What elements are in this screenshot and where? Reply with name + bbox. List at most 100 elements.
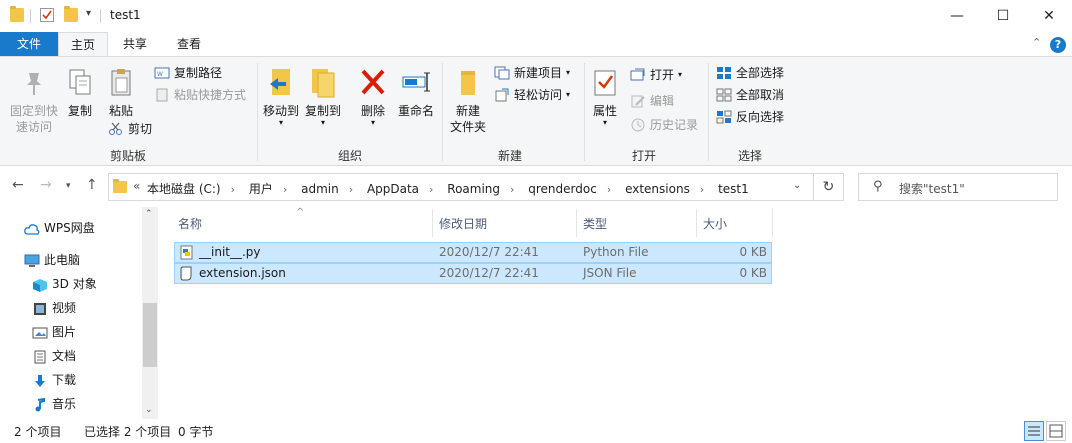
customize-quick-access-chevron-icon[interactable]: ▾ <box>86 8 91 19</box>
paste-icon <box>106 67 136 99</box>
new-folder-button[interactable]: 新建 文件夹 <box>448 67 488 135</box>
properties-check-icon[interactable] <box>40 8 54 22</box>
history-button[interactable]: 历史记录 <box>630 115 698 135</box>
nav-item-music[interactable]: 音乐 <box>32 393 76 415</box>
nav-item-videos[interactable]: 视频 <box>32 297 76 319</box>
tab-file[interactable]: 文件 <box>0 32 58 56</box>
group-label-new: 新建 <box>497 149 522 163</box>
breadcrumb-item[interactable]: qrenderdoc <box>528 182 597 196</box>
scroll-up-chevron-icon[interactable]: ⌃ <box>145 209 153 219</box>
new-item-button[interactable]: 新建项目 ▾ <box>494 63 570 83</box>
breadcrumb-separator-icon[interactable]: › <box>429 183 433 196</box>
easy-access-button[interactable]: 轻松访问 ▾ <box>494 85 570 105</box>
nav-item-pictures[interactable]: 图片 <box>32 321 76 343</box>
close-button[interactable]: ✕ <box>1026 0 1072 32</box>
address-history-chevron-icon[interactable]: ⌄ <box>793 180 801 191</box>
help-icon[interactable]: ? <box>1050 37 1066 53</box>
column-divider[interactable] <box>696 209 697 237</box>
search-input[interactable]: ⚲ 搜索"test1" <box>858 173 1058 201</box>
properties-icon <box>590 67 620 99</box>
breadcrumb-item[interactable]: admin <box>301 182 339 196</box>
new-folder-quick-icon[interactable] <box>64 6 78 22</box>
breadcrumb-item[interactable]: test1 <box>718 182 749 196</box>
nav-scrollbar-thumb[interactable] <box>143 303 157 367</box>
file-row[interactable]: __init__.py 2020/12/7 22:41 Python File … <box>174 242 772 263</box>
breadcrumb-separator-icon[interactable]: › <box>283 183 287 196</box>
paste-shortcut-button[interactable]: 粘贴快捷方式 <box>154 85 246 105</box>
breadcrumb-item[interactable]: AppData <box>367 182 419 196</box>
breadcrumb-item[interactable]: Roaming <box>447 182 500 196</box>
copy-button[interactable]: 复制 <box>64 67 96 119</box>
details-view-icon <box>1028 426 1040 436</box>
divider <box>442 63 443 161</box>
tab-view[interactable]: 查看 <box>166 32 212 56</box>
open-button[interactable]: 打开 ▾ <box>630 65 682 85</box>
edit-icon <box>630 94 646 108</box>
tab-home[interactable]: 主页 <box>58 32 108 56</box>
breadcrumb-item[interactable]: extensions <box>625 182 690 196</box>
breadcrumb-separator-icon[interactable]: › <box>231 183 235 196</box>
column-header-type[interactable]: 类型 <box>583 215 607 237</box>
column-header-date[interactable]: 修改日期 <box>439 215 487 237</box>
folder-icon <box>10 6 24 22</box>
refresh-button[interactable]: ↻ <box>814 173 844 201</box>
column-header-name[interactable]: 名称 <box>178 215 202 237</box>
nav-item-documents[interactable]: 文档 <box>32 345 76 367</box>
divider <box>584 63 585 161</box>
paste-button[interactable]: 粘贴 <box>104 67 138 119</box>
group-label-open: 打开 <box>631 149 656 163</box>
breadcrumb-separator-icon[interactable]: › <box>607 183 611 196</box>
nav-item-wps-cloud[interactable]: WPS网盘 <box>24 217 95 239</box>
breadcrumb-separator-icon[interactable]: › <box>700 183 704 196</box>
maximize-button[interactable]: ☐ <box>980 0 1026 32</box>
tab-share[interactable]: 共享 <box>112 32 158 56</box>
recent-locations-chevron-icon[interactable]: ▾ <box>66 181 71 191</box>
breadcrumb-separator-icon[interactable]: › <box>349 183 353 196</box>
video-icon <box>32 301 46 315</box>
new-folder-icon <box>453 67 483 99</box>
forward-arrow-icon[interactable]: → <box>40 177 52 193</box>
copy-path-button[interactable]: W 复制路径 <box>154 63 222 83</box>
properties-button[interactable]: 属性 ▾ <box>588 67 622 127</box>
large-icons-view-button[interactable] <box>1046 421 1066 441</box>
delete-button[interactable]: 删除 ▾ <box>358 67 388 127</box>
selected-size: 0 字节 <box>178 425 214 439</box>
edit-button[interactable]: 编辑 <box>630 91 674 111</box>
move-to-icon <box>266 67 296 99</box>
invert-selection-button[interactable]: 反向选择 <box>716 107 784 127</box>
cut-button[interactable]: 剪切 <box>108 119 152 139</box>
back-arrow-icon[interactable]: ← <box>12 177 24 193</box>
rename-icon <box>401 67 431 99</box>
address-bar[interactable]: « 本地磁盘 (C:) › 用户 › admin › AppData › Roaming… <box>108 173 814 201</box>
file-row[interactable]: extension.json 2020/12/7 22:41 JSON File… <box>174 263 772 284</box>
collapse-ribbon-chevron-icon[interactable]: ⌃ <box>1032 36 1041 49</box>
breadcrumb-item[interactable]: 本地磁盘 (C:) <box>147 182 221 196</box>
address-overflow-prefix[interactable]: « <box>133 179 140 193</box>
move-to-button[interactable]: 移动到 ▾ <box>262 67 300 127</box>
nav-item-this-pc[interactable]: 此电脑 <box>24 249 80 271</box>
details-view-button[interactable] <box>1024 421 1044 441</box>
nav-item-downloads[interactable]: 下载 <box>32 369 76 391</box>
breadcrumb-separator-icon[interactable]: › <box>510 183 514 196</box>
minimize-button[interactable]: — <box>934 0 980 32</box>
music-icon <box>32 397 46 412</box>
history-icon <box>630 118 646 132</box>
column-divider[interactable] <box>772 209 773 237</box>
select-all-button[interactable]: 全部选择 <box>716 63 784 83</box>
python-file-icon <box>180 245 194 263</box>
breadcrumb-item[interactable]: 用户 <box>249 182 273 196</box>
column-divider[interactable] <box>432 209 433 237</box>
column-header-size[interactable]: 大小 <box>703 215 727 237</box>
divider <box>30 9 31 23</box>
pin-to-quick-access-button[interactable]: 固定到快 速访问 <box>6 67 62 135</box>
select-none-button[interactable]: 全部取消 <box>716 85 784 105</box>
scroll-down-chevron-icon[interactable]: ⌄ <box>145 405 153 415</box>
copy-path-icon: W <box>154 66 170 80</box>
column-divider[interactable] <box>576 209 577 237</box>
address-row: ← → ▾ ↑ « 本地磁盘 (C:) › 用户 › admin › AppData ›… <box>0 167 1072 207</box>
rename-button[interactable]: 重命名 <box>396 67 436 119</box>
copy-to-button[interactable]: 复制到 ▾ <box>304 67 342 127</box>
up-arrow-icon[interactable]: ↑ <box>86 177 98 193</box>
nav-item-3d-objects[interactable]: 3D 对象 <box>32 273 97 295</box>
properties-chevron-icon: ▾ <box>602 118 607 127</box>
